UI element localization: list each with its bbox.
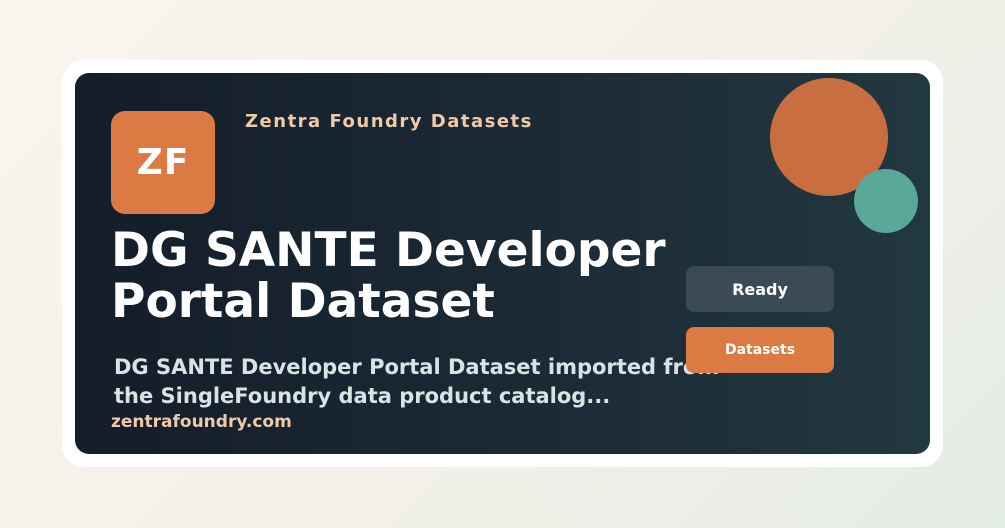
logo-initials: ZF — [136, 142, 190, 183]
dataset-card: ZF Zentra Foundry Datasets DG SANTE Deve… — [75, 73, 930, 454]
logo-badge: ZF — [111, 111, 215, 214]
decorative-teal-circle — [854, 169, 918, 233]
ready-status-button[interactable]: Ready — [686, 266, 834, 312]
brand-name: Zentra Foundry Datasets — [245, 111, 533, 132]
site-url[interactable]: zentrafoundry.com — [111, 412, 292, 432]
dataset-description: DG SANTE Developer Portal Dataset import… — [114, 355, 720, 408]
datasets-button[interactable]: Datasets — [686, 327, 834, 373]
dataset-title: DG SANTE Developer Portal Dataset — [111, 223, 666, 329]
